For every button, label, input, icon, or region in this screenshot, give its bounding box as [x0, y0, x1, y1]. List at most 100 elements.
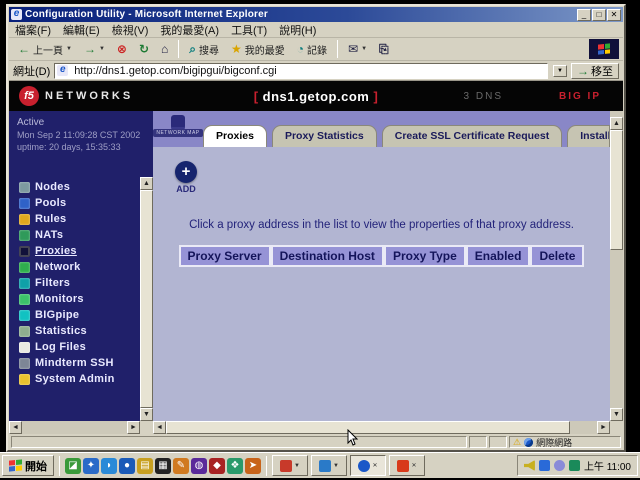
- start-button[interactable]: 開始: [2, 455, 54, 476]
- scroll-left-icon[interactable]: ◄: [9, 421, 22, 434]
- go-button[interactable]: → 移至: [571, 63, 619, 79]
- menu-file[interactable]: 檔案(F): [15, 22, 51, 38]
- quick-launch-icon[interactable]: ◍: [191, 458, 207, 474]
- print-button[interactable]: ⎘: [374, 41, 394, 57]
- taskbar-separator: [59, 456, 60, 476]
- sidebar-item-network[interactable]: Network: [9, 259, 140, 275]
- search-button[interactable]: ⌕ 搜尋: [184, 40, 224, 59]
- network-map-button[interactable]: NETWORK MAP: [153, 111, 203, 137]
- sidebar-item-nodes[interactable]: Nodes: [9, 179, 140, 195]
- sidebar-item-nats[interactable]: NATs: [9, 227, 140, 243]
- quick-launch-icon[interactable]: ❖: [227, 458, 243, 474]
- scroll-down-icon[interactable]: ▼: [140, 408, 153, 421]
- menu-bar: 檔案(F) 編輯(E) 檢視(V) 我的最愛(A) 工具(T) 說明(H): [9, 22, 623, 38]
- menu-favorites[interactable]: 我的最愛(A): [160, 22, 219, 38]
- scrollbar-thumb[interactable]: [610, 130, 623, 250]
- task-button-active[interactable]: ✕: [350, 455, 386, 476]
- tab-proxies[interactable]: Proxies: [203, 125, 267, 147]
- quick-launch-icon[interactable]: ◪: [65, 458, 81, 474]
- quick-launch-icon[interactable]: ✦: [83, 458, 99, 474]
- sidebar-item-bigpipe[interactable]: BIGpipe: [9, 307, 140, 323]
- close-button[interactable]: ✕: [607, 9, 621, 21]
- address-input[interactable]: e http://dns1.getop.com/bigipgui/bigconf…: [54, 63, 548, 79]
- sidebar-item-monitors[interactable]: Monitors: [9, 291, 140, 307]
- address-label: 網址(D): [13, 63, 50, 79]
- sidebar-item-system-admin[interactable]: System Admin: [9, 371, 140, 387]
- ssh-icon: [19, 358, 30, 369]
- sidebar-item-statistics[interactable]: Statistics: [9, 323, 140, 339]
- windows-logo-throbber: [589, 39, 619, 59]
- tab-proxy-statistics[interactable]: Proxy Statistics: [272, 125, 377, 147]
- main-horizontal-scrollbar[interactable]: ◄ ►: [153, 421, 610, 434]
- menu-help[interactable]: 說明(H): [279, 22, 316, 38]
- tray-icon[interactable]: [569, 460, 580, 471]
- home-button[interactable]: ⌂: [156, 41, 173, 57]
- go-icon: →: [577, 65, 589, 77]
- sidebar-item-proxies[interactable]: Proxies: [9, 243, 140, 259]
- task-icon: [319, 460, 331, 472]
- status-pane: [489, 436, 507, 448]
- history-button[interactable]: ◔ 記錄: [292, 40, 332, 59]
- scroll-down-icon[interactable]: ▼: [610, 408, 623, 421]
- mail-button[interactable]: ✉ ▼: [343, 41, 372, 57]
- menu-edit[interactable]: 編輯(E): [63, 22, 100, 38]
- tab-create-ssl-certificate-request[interactable]: Create SSL Certificate Request: [382, 125, 562, 147]
- back-button[interactable]: ← 上一頁 ▼: [13, 40, 77, 59]
- task-button[interactable]: ▼: [311, 455, 347, 476]
- status-datetime: Mon Sep 2 11:09:28 CST 2002: [17, 129, 149, 141]
- forward-button[interactable]: → ▼: [79, 41, 110, 57]
- task-button[interactable]: ✕: [389, 455, 425, 476]
- scroll-up-icon[interactable]: ▲: [140, 177, 153, 190]
- sidebar-item-label: Log Files: [35, 341, 86, 353]
- minimize-button[interactable]: _: [577, 9, 591, 21]
- quick-launch-icon[interactable]: ▤: [137, 458, 153, 474]
- quick-launch-icon[interactable]: ➤: [245, 458, 261, 474]
- forward-dropdown-icon[interactable]: ▼: [99, 46, 105, 52]
- address-dropdown-button[interactable]: ▼: [553, 65, 567, 77]
- quick-launch-icon[interactable]: ✎: [173, 458, 189, 474]
- main-vertical-scrollbar[interactable]: ▲ ▼: [610, 111, 623, 421]
- tray-icon[interactable]: [539, 460, 550, 471]
- hostname: [ dns1.getop.com ]: [9, 89, 623, 104]
- quick-launch-icon[interactable]: ▦: [155, 458, 171, 474]
- favorites-button[interactable]: ★ 我的最愛: [226, 40, 290, 59]
- quick-launch-icon[interactable]: ◗: [101, 458, 117, 474]
- title-bar[interactable]: e Configuration Utility - Microsoft Inte…: [9, 7, 623, 22]
- menu-tools[interactable]: 工具(T): [231, 22, 267, 38]
- stop-icon: ⊗: [117, 43, 127, 55]
- stop-button[interactable]: ⊗: [112, 41, 132, 57]
- scroll-right-icon[interactable]: ►: [127, 421, 140, 434]
- menu-view[interactable]: 檢視(V): [112, 22, 149, 38]
- sidebar-vertical-scrollbar[interactable]: ▲ ▼: [140, 177, 153, 421]
- sidebar-item-filters[interactable]: Filters: [9, 275, 140, 291]
- quick-launch-icon[interactable]: ●: [119, 458, 135, 474]
- f5-header: f5 NETWORKS [ dns1.getop.com ] 3 DNS BIG…: [9, 81, 623, 111]
- mail-dropdown-icon[interactable]: ▼: [361, 46, 367, 52]
- scroll-left-icon[interactable]: ◄: [153, 421, 166, 434]
- add-proxy-button[interactable]: + ADD: [171, 161, 201, 194]
- task-icon: [358, 460, 370, 472]
- app-body: Active Mon Sep 2 11:09:28 CST 2002 uptim…: [9, 111, 623, 434]
- scroll-right-icon[interactable]: ►: [597, 421, 610, 434]
- scroll-up-icon[interactable]: ▲: [610, 117, 623, 130]
- tray-icon[interactable]: [554, 460, 565, 471]
- quick-launch-icon[interactable]: ◆: [209, 458, 225, 474]
- sidebar-item-mindterm-ssh[interactable]: Mindterm SSH: [9, 355, 140, 371]
- instruction-text: Click a proxy address in the list to vie…: [153, 219, 610, 231]
- search-icon: ⌕: [189, 43, 196, 55]
- refresh-button[interactable]: ↻: [134, 41, 154, 57]
- back-dropdown-icon[interactable]: ▼: [66, 46, 72, 52]
- proxies-icon: [19, 246, 30, 257]
- scrollbar-thumb[interactable]: [140, 190, 153, 408]
- maximize-button[interactable]: □: [592, 9, 606, 21]
- status-uptime: uptime: 20 days, 15:35:33: [17, 141, 149, 153]
- scrollbar-thumb[interactable]: [166, 421, 570, 434]
- favorites-label: 我的最愛: [245, 42, 285, 57]
- volume-icon[interactable]: [524, 460, 535, 471]
- tab-install-ssl-certificate[interactable]: Install SSL Certifi: [567, 125, 610, 147]
- sidebar-item-pools[interactable]: Pools: [9, 195, 140, 211]
- sidebar-item-rules[interactable]: Rules: [9, 211, 140, 227]
- sidebar-horizontal-scrollbar[interactable]: ◄ ►: [9, 421, 140, 434]
- task-button[interactable]: ▼: [272, 455, 308, 476]
- sidebar-item-log-files[interactable]: Log Files: [9, 339, 140, 355]
